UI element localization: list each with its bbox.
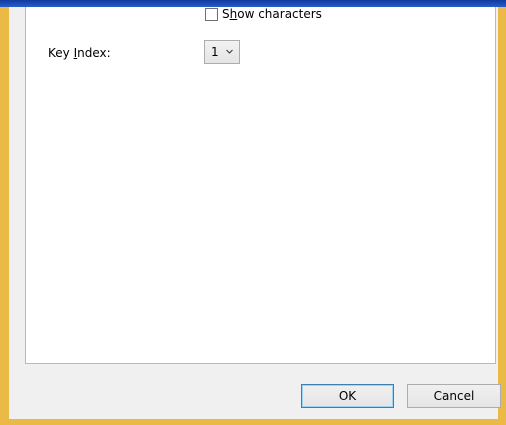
window-frame: Show characters Key Index: 1 OK Cancel — [0, 7, 506, 425]
cancel-button[interactable]: Cancel — [407, 384, 501, 408]
settings-panel: Show characters Key Index: 1 — [25, 7, 496, 364]
key-index-value: 1 — [211, 45, 219, 59]
label-prefix: Key — [48, 46, 74, 60]
label-rest: ndex: — [77, 46, 111, 60]
chevron-down-icon — [226, 49, 233, 54]
show-characters-checkbox[interactable] — [205, 7, 218, 21]
show-characters-label[interactable]: Show characters — [222, 8, 322, 20]
show-characters-option[interactable]: Show characters — [205, 7, 322, 21]
dialog-client-area: Show characters Key Index: 1 OK Cancel — [9, 7, 501, 419]
ok-button[interactable]: OK — [301, 384, 394, 408]
label-prefix: S — [222, 7, 230, 21]
title-bar[interactable] — [0, 0, 506, 7]
key-index-dropdown[interactable]: 1 — [204, 40, 240, 64]
label-rest: ow characters — [237, 7, 322, 21]
key-index-label: Key Index: — [48, 46, 111, 60]
